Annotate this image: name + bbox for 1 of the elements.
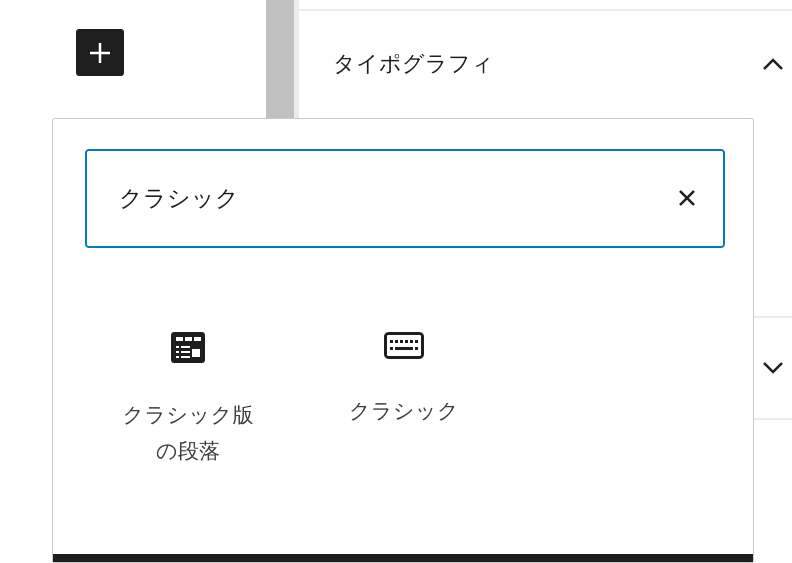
panel-title: タイポグラフィ — [333, 50, 494, 78]
